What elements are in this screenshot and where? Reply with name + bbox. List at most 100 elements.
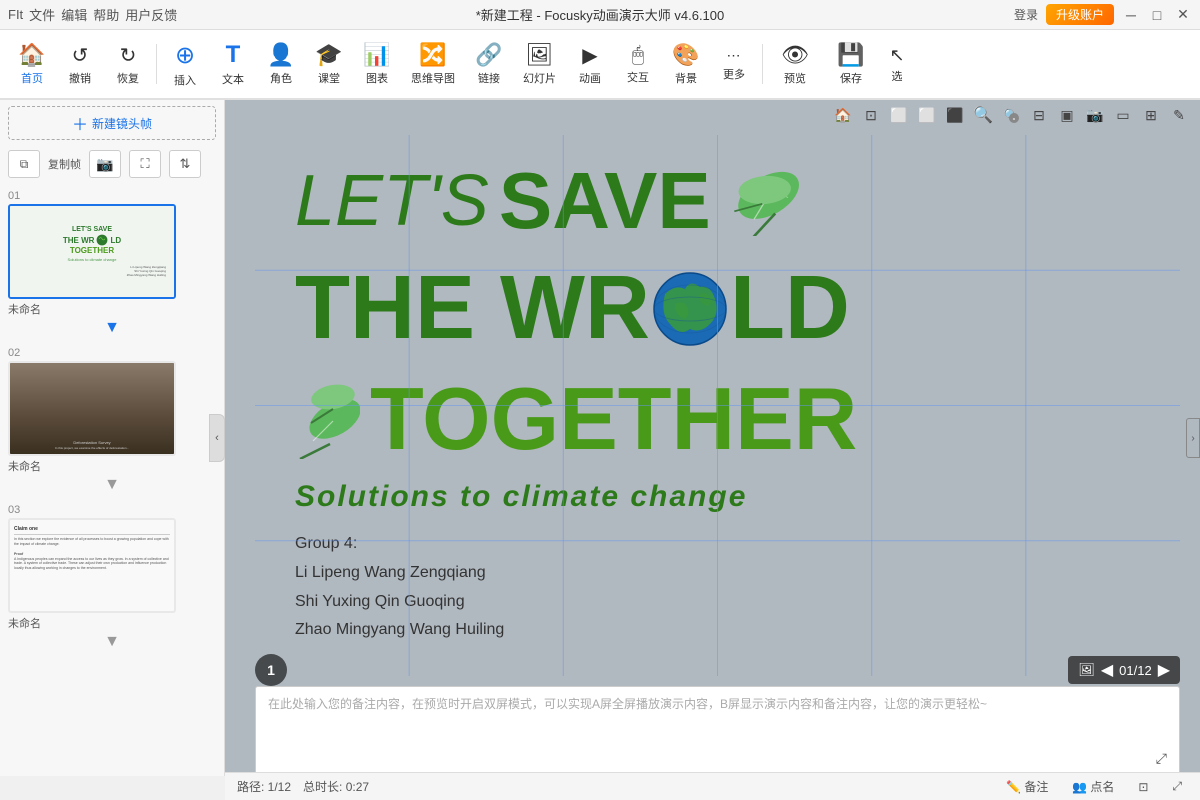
toolbar-chart[interactable]: 📊 图表 bbox=[353, 34, 401, 94]
class-label: 课堂 bbox=[318, 70, 340, 86]
menu-feedback[interactable]: 用户反馈 bbox=[125, 5, 177, 24]
nav-current: 01/12 bbox=[1119, 663, 1152, 678]
slide-actions: ⧉ 复制帧 📷 ⛶ ⇅ bbox=[0, 146, 224, 184]
toolbar-link[interactable]: 🔗 链接 bbox=[465, 34, 513, 94]
anim-label: 动画 bbox=[579, 70, 601, 86]
save-label: 保存 bbox=[840, 70, 862, 86]
group-label: Group 4: bbox=[295, 530, 504, 559]
text-save: SAVE bbox=[499, 155, 711, 247]
interact-label: 交互 bbox=[627, 69, 649, 85]
toolbar-role[interactable]: 👤 角色 bbox=[257, 34, 305, 94]
slide-item-1[interactable]: 01 LET'S SAVE THE WR LD TOGETHER Solutio… bbox=[0, 184, 224, 319]
toolbar-save[interactable]: 💾 保存 bbox=[823, 34, 879, 94]
interact-icon: 🖱 bbox=[632, 44, 644, 67]
slide-arrow-2: ▼ bbox=[0, 476, 224, 498]
text-ld: LD bbox=[730, 257, 850, 360]
canvas-photo-btn[interactable]: 📷 bbox=[1082, 103, 1108, 127]
toolbar-redo[interactable]: ↻ 恢复 bbox=[104, 34, 152, 94]
nav-icon: 🖼 bbox=[1078, 662, 1095, 678]
fit-button[interactable]: ⛶ bbox=[129, 150, 161, 178]
save-icon: 💾 bbox=[837, 42, 864, 68]
earth-icon bbox=[650, 269, 730, 349]
expand-status-button[interactable]: ⤢ bbox=[1166, 777, 1188, 796]
text-together: TOGETHER bbox=[370, 368, 857, 470]
toolbar-anim[interactable]: ▶ 动画 bbox=[566, 34, 614, 94]
nav-prev-button[interactable]: ◀ bbox=[1101, 660, 1113, 680]
minimize-button[interactable]: ─ bbox=[1122, 6, 1140, 24]
undo-label: 撤销 bbox=[69, 70, 91, 86]
toolbar-more[interactable]: ⋯ 更多 bbox=[710, 34, 758, 94]
redo-label: 恢复 bbox=[117, 70, 139, 86]
left-collapse-button[interactable]: ‹ bbox=[209, 414, 225, 462]
upgrade-button[interactable]: 升级账户 bbox=[1046, 4, 1114, 25]
toolbar-mindmap[interactable]: 🔀 思维导图 bbox=[401, 34, 465, 94]
undo-icon: ↺ bbox=[72, 43, 89, 68]
copy-frame-button[interactable]: ⧉ bbox=[8, 150, 40, 178]
slide-name-2: 未命名 bbox=[8, 458, 41, 474]
statusbar: 路径: 1/12 总时长: 0:27 ✏️ 备注 👥 点名 ⊡ ⤢ bbox=[225, 772, 1200, 800]
canvas-zoomout-btn[interactable]: 🔍- bbox=[998, 103, 1024, 127]
text-the: THE WR bbox=[295, 257, 650, 360]
canvas-area: 🏠 ⊡ ⬜ ⬜ ⬛ 🔍 🔍- ⊟ ▣ 📷 ▭ ⊞ ✎ bbox=[225, 100, 1200, 776]
toolbar-select[interactable]: ↖ 选 bbox=[879, 34, 915, 94]
copy-icon: ⧉ bbox=[20, 157, 29, 172]
slide-thumb-3: Claim one In this section we explore the… bbox=[8, 518, 176, 613]
points-button[interactable]: 👥 点名 bbox=[1066, 776, 1120, 797]
toolbar-undo[interactable]: ↺ 撤销 bbox=[56, 34, 104, 94]
left-panel: ＋ 新建镜头帧 ⧉ 复制帧 📷 ⛶ ⇅ 01 bbox=[0, 100, 225, 776]
insert-icon: ⊕ bbox=[175, 41, 195, 70]
close-button[interactable]: ✕ bbox=[1174, 6, 1192, 24]
mindmap-icon: 🔀 bbox=[419, 42, 446, 68]
link-label: 链接 bbox=[478, 70, 500, 86]
slide-item-3[interactable]: 03 Claim one In this section we explore … bbox=[0, 498, 224, 633]
notes-placeholder[interactable]: 在此处输入您的备注内容，在预览时开启双屏模式，可以实现A屏全屏播放演示内容，B屏… bbox=[268, 695, 1156, 712]
canvas-toolbar: 🏠 ⊡ ⬜ ⬜ ⬛ 🔍 🔍- ⊟ ▣ 📷 ▭ ⊞ ✎ bbox=[822, 100, 1200, 130]
new-shot-button[interactable]: ＋ 新建镜头帧 bbox=[8, 106, 216, 140]
fit-status-button[interactable]: ⊡ bbox=[1132, 778, 1154, 796]
menu-file[interactable]: 文件 bbox=[29, 5, 55, 24]
member-row-2: Shi Yuxing Qin Guoqing bbox=[295, 588, 504, 617]
slide-thumb-2: Deforestation Survey In this project, we… bbox=[8, 361, 176, 456]
toolbar-interact[interactable]: 🖱 交互 bbox=[614, 34, 662, 94]
text-icon: T bbox=[226, 41, 241, 69]
canvas-rect-btn[interactable]: ▭ bbox=[1110, 103, 1136, 127]
slide-item-2[interactable]: 02 Deforestation Survey In this project,… bbox=[0, 341, 224, 476]
home-icon: 🏠 bbox=[18, 42, 45, 68]
bg-icon: 🎨 bbox=[672, 42, 699, 68]
toolbar-insert[interactable]: ⊕ 插入 bbox=[161, 34, 209, 94]
camera-icon: 📷 bbox=[96, 156, 113, 173]
status-path: 路径: 1/12 bbox=[237, 778, 291, 795]
sort-button[interactable]: ⇅ bbox=[169, 150, 201, 178]
canvas-home-btn[interactable]: 🏠 bbox=[830, 103, 856, 127]
notes-expand-button[interactable]: ⤢ bbox=[1156, 750, 1167, 767]
menu-fit[interactable]: FIt bbox=[8, 7, 23, 22]
canvas-grid2-btn[interactable]: ⊞ bbox=[1138, 103, 1164, 127]
more-label: 更多 bbox=[723, 66, 745, 82]
login-button[interactable]: 登录 bbox=[1014, 6, 1038, 23]
right-collapse-button[interactable]: › bbox=[1186, 418, 1200, 458]
main-area: ＋ 新建镜头帧 ⧉ 复制帧 📷 ⛶ ⇅ 01 bbox=[0, 100, 1200, 776]
toolbar-home[interactable]: 🏠 首页 bbox=[8, 34, 56, 94]
toolbar-text[interactable]: T 文本 bbox=[209, 34, 257, 94]
titlebar: FIt 文件 编辑 帮助 用户反馈 *新建工程 - Focusky动画演示大师 … bbox=[0, 0, 1200, 30]
canvas-frame-btn[interactable]: ⬜ bbox=[886, 103, 912, 127]
annotation-button[interactable]: ✏️ 备注 bbox=[1000, 776, 1054, 797]
canvas-grid-btn[interactable]: ⊟ bbox=[1026, 103, 1052, 127]
toolbar-preview[interactable]: 👁 预览 bbox=[767, 34, 823, 94]
menu-help[interactable]: 帮助 bbox=[93, 5, 119, 24]
canvas-multi-btn[interactable]: ⬛ bbox=[942, 103, 968, 127]
nav-next-button[interactable]: ▶ bbox=[1158, 660, 1170, 680]
canvas-fit-btn[interactable]: ⊡ bbox=[858, 103, 884, 127]
menu-edit[interactable]: 编辑 bbox=[61, 5, 87, 24]
toolbar-bg[interactable]: 🎨 背景 bbox=[662, 34, 710, 94]
canvas-copy-btn[interactable]: ⬜ bbox=[914, 103, 940, 127]
slide-num-2: 02 bbox=[8, 347, 20, 359]
camera-button[interactable]: 📷 bbox=[89, 150, 121, 178]
toolbar-slide[interactable]: 🖼 幻灯片 bbox=[513, 34, 566, 94]
toolbar-class[interactable]: 🎓 课堂 bbox=[305, 34, 353, 94]
slide-content: LET'S SAVE TH bbox=[255, 135, 1180, 676]
canvas-align-btn[interactable]: ▣ bbox=[1054, 103, 1080, 127]
canvas-edit-btn[interactable]: ✎ bbox=[1166, 103, 1192, 127]
maximize-button[interactable]: □ bbox=[1148, 6, 1166, 24]
canvas-zoomin-btn[interactable]: 🔍 bbox=[970, 103, 996, 127]
